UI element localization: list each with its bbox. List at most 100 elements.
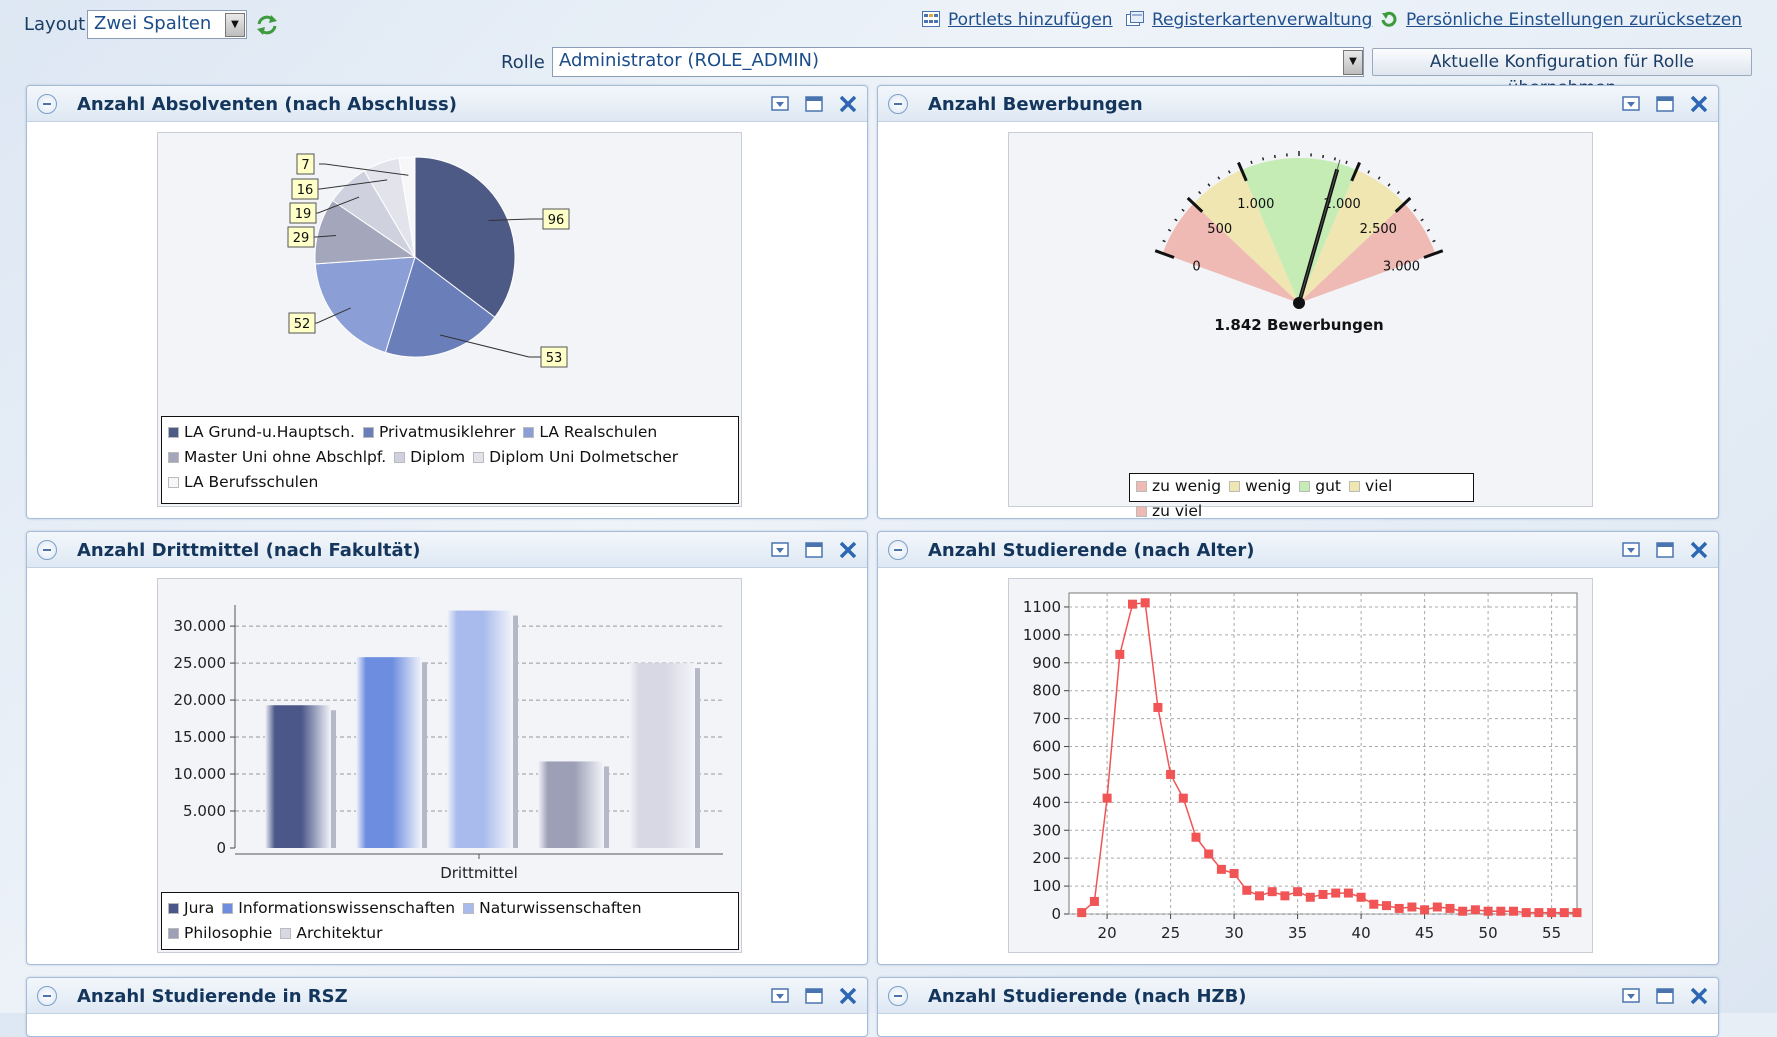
maximize-icon[interactable] [803,985,825,1007]
bar [538,761,604,848]
maximize-icon[interactable] [803,539,825,561]
collapse-button[interactable] [37,986,57,1006]
close-icon[interactable] [1688,93,1710,115]
line-chart: 0100200300400500600700800900100011002025… [1009,579,1594,954]
minimize-icon[interactable] [1620,985,1642,1007]
maximize-icon[interactable] [803,93,825,115]
gauge-legend: zu wenigweniggutvielzu viel [1129,473,1474,502]
bar-legend: JuraInformationswissenschaftenNaturwisse… [161,892,739,950]
minimize-icon[interactable] [769,985,791,1007]
role-select[interactable]: Administrator (ROLE_ADMIN) [552,47,1364,77]
line-point [1306,893,1315,902]
minimize-icon[interactable] [1620,93,1642,115]
legend-swatch [168,477,179,488]
refresh-icon[interactable] [254,13,280,37]
tabs-admin-link[interactable]: Registerkartenverwaltung [1126,10,1372,30]
gauge-tick-label: 1.000 [1237,197,1274,212]
gauge-minor-tick [1388,184,1390,186]
bar-y-tick-label: 25.000 [174,654,227,672]
pie-chart: 9653522919167 [158,133,743,413]
collapse-button[interactable] [37,540,57,560]
line-y-tick-label: 500 [1032,765,1061,783]
gauge-minor-tick [1175,219,1177,221]
layout-dropdown-arrow[interactable]: ▼ [225,13,245,37]
maximize-icon[interactable] [1654,93,1676,115]
close-icon[interactable] [837,985,859,1007]
line-point [1141,598,1150,607]
line-point [1547,908,1556,917]
tabs-icon [1126,11,1144,27]
portlet-drittmittel: Anzahl Drittmittel (nach Fakultät) 05.00… [26,531,868,965]
line-point [1230,869,1239,878]
legend-swatch [394,452,405,463]
add-portlets-link[interactable]: Portlets hinzufügen [922,10,1113,30]
line-point [1357,893,1366,902]
minimize-icon[interactable] [769,93,791,115]
role-label: Rolle [501,52,545,73]
apply-role-config-button[interactable]: Aktuelle Konfiguration für Rolle überneh… [1372,48,1752,76]
line-x-tick-label: 35 [1288,924,1307,942]
legend-label: zu wenig [1152,477,1221,495]
tabs-admin-label: Registerkartenverwaltung [1152,10,1372,30]
close-icon[interactable] [1688,539,1710,561]
legend-label: Privatmusiklehrer [379,423,515,441]
pie-label: 52 [294,317,311,332]
line-point [1103,794,1112,803]
legend-swatch [168,452,179,463]
legend-label: Master Uni ohne Abschlpf. [184,448,386,466]
close-icon[interactable] [837,93,859,115]
collapse-button[interactable] [888,94,908,114]
portlet-header: Anzahl Absolventen (nach Abschluss) [27,86,867,122]
line-point [1573,908,1582,917]
portlet-header: Anzahl Studierende in RSZ [27,978,867,1014]
add-portlets-label: Portlets hinzufügen [948,10,1113,30]
line-x-tick-label: 25 [1161,924,1180,942]
line-chart-frame: 0100200300400500600700800900100011002025… [1008,578,1593,953]
minimize-icon[interactable] [769,539,791,561]
line-point [1280,891,1289,900]
gauge-minor-tick [1414,209,1416,211]
bar-legend-item: Jura [168,896,214,921]
pie-legend-item: LA Grund-u.Hauptsch. [168,420,355,445]
gauge-value-label: 1.842 Bewerbungen [1214,316,1383,334]
line-point [1344,889,1353,898]
legend-swatch [1349,481,1360,492]
maximize-icon[interactable] [1654,985,1676,1007]
line-point [1509,907,1518,916]
line-point [1153,703,1162,712]
pie-legend-item: Master Uni ohne Abschlpf. [168,445,386,470]
close-icon[interactable] [837,539,859,561]
collapse-button[interactable] [37,94,57,114]
gauge-legend-item: gut [1299,474,1341,499]
legend-swatch [222,903,233,914]
gauge-minor-tick [1251,161,1252,164]
line-y-tick-label: 200 [1032,849,1061,867]
line-point [1179,794,1188,803]
gauge-tick-label: 0 [1192,260,1200,275]
role-dropdown-arrow[interactable]: ▼ [1343,50,1363,75]
layout-select[interactable]: Zwei Spalten [87,10,247,39]
portlet-header: Anzahl Studierende (nach HZB) [878,978,1718,1014]
line-point [1534,908,1543,917]
bar-chart-frame: 05.00010.00015.00020.00025.00030.000Drit… [157,578,742,953]
close-icon[interactable] [1688,985,1710,1007]
gauge-minor-tick [1335,157,1336,160]
line-x-tick-label: 45 [1415,924,1434,942]
collapse-button[interactable] [888,540,908,560]
bar-y-tick-label: 20.000 [174,691,227,709]
line-point [1204,849,1213,858]
legend-swatch [1136,506,1147,517]
line-point [1192,833,1201,842]
maximize-icon[interactable] [1654,539,1676,561]
bar [629,663,695,848]
gauge-tick-label: 500 [1207,222,1232,237]
pie-label: 19 [295,207,312,222]
line-y-tick-label: 0 [1051,905,1061,923]
line-x-tick-label: 50 [1479,924,1498,942]
minimize-icon[interactable] [1620,539,1642,561]
reset-settings-link[interactable]: Persönliche Einstellungen zurücksetzen [1380,10,1742,30]
line-point [1115,650,1124,659]
portlet-title: Anzahl Studierende (nach Alter) [928,540,1254,561]
collapse-button[interactable] [888,986,908,1006]
line-point [1268,887,1277,896]
